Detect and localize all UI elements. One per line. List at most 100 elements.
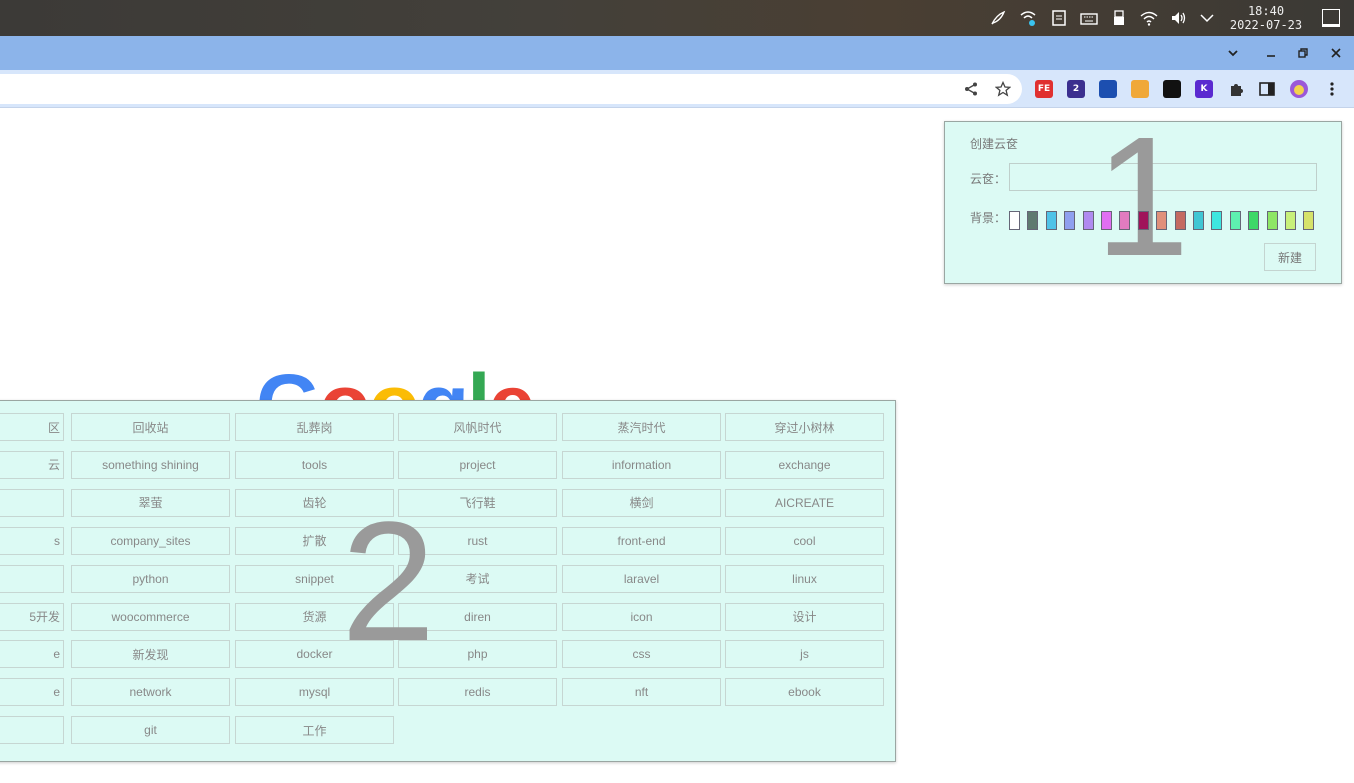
k-extension-label: K (1200, 84, 1208, 94)
network-share-icon[interactable] (1018, 8, 1038, 28)
collection-item[interactable] (0, 564, 64, 593)
collection-item[interactable]: e (0, 640, 64, 669)
collection-item[interactable]: 区 (0, 413, 64, 441)
collection-item[interactable]: 设计 (725, 602, 884, 631)
profile-avatar[interactable] (1290, 80, 1308, 98)
collection-item[interactable]: docker (235, 640, 394, 669)
collection-item[interactable]: 回收站 (71, 413, 230, 441)
collection-item[interactable]: information (562, 450, 721, 479)
collection-item[interactable]: 横剑 (562, 488, 721, 517)
side-panel-icon[interactable] (1258, 80, 1276, 98)
chevron-down-icon[interactable] (1197, 8, 1217, 28)
collection-item[interactable]: rust (398, 526, 557, 555)
background-swatch[interactable] (1119, 211, 1131, 230)
minimize-icon[interactable] (1262, 44, 1280, 62)
k-extension-icon[interactable]: K (1195, 80, 1213, 98)
background-swatch[interactable] (1174, 211, 1186, 230)
collection-item[interactable]: mysql (235, 678, 394, 707)
collection-item[interactable]: company_sites (71, 526, 230, 555)
collection-item[interactable]: project (398, 450, 557, 479)
background-swatch[interactable] (1193, 211, 1204, 230)
collection-item[interactable]: 乱葬岗 (235, 413, 394, 441)
collection-item[interactable]: 风帆时代 (398, 413, 557, 441)
background-swatch[interactable] (1045, 211, 1057, 230)
show-desktop-icon[interactable] (1322, 9, 1340, 27)
collection-item[interactable]: 翠萤 (71, 488, 230, 517)
collection-item[interactable]: tools (235, 450, 394, 479)
share-icon[interactable] (963, 81, 979, 97)
background-swatch[interactable] (1229, 211, 1241, 230)
collection-item[interactable]: 穿过小树林 (725, 413, 884, 441)
collection-item[interactable]: e (0, 678, 64, 707)
more-menu-icon[interactable] (1323, 80, 1341, 98)
background-swatch[interactable] (1101, 211, 1112, 230)
collection-item[interactable]: git (71, 716, 230, 745)
background-swatch[interactable] (1156, 211, 1168, 230)
system-clock[interactable]: 18:40 2022-07-23 (1224, 4, 1308, 32)
background-swatch[interactable] (1303, 211, 1315, 230)
fe-extension-icon[interactable]: FE (1035, 80, 1053, 98)
usb-drive-icon[interactable] (1109, 8, 1129, 28)
background-swatch[interactable] (1248, 211, 1260, 230)
collection-item[interactable]: js (725, 640, 884, 669)
collection-item[interactable]: 5开发 (0, 602, 64, 631)
collection-item[interactable]: 考试 (398, 564, 557, 593)
collection-item[interactable]: 飞行鞋 (398, 488, 557, 517)
collection-item[interactable]: nft (562, 678, 721, 707)
collection-item[interactable]: front-end (562, 526, 721, 555)
collection-item[interactable]: php (398, 640, 557, 669)
background-swatch[interactable] (1211, 211, 1223, 230)
collection-item[interactable]: network (71, 678, 230, 707)
background-swatch[interactable] (1266, 211, 1278, 230)
collection-item[interactable]: ebook (725, 678, 884, 707)
collection-item[interactable]: 货源 (235, 602, 394, 631)
collection-item[interactable]: 齿轮 (235, 488, 394, 517)
address-bar[interactable] (0, 74, 1022, 104)
mask-extension-icon[interactable] (1163, 80, 1181, 98)
collection-item[interactable]: diren (398, 602, 557, 631)
collection-item[interactable]: python (71, 564, 230, 593)
background-swatch[interactable] (1082, 211, 1094, 230)
collection-item[interactable]: woocommerce (71, 602, 230, 631)
collection-item[interactable]: 扩散 (235, 526, 394, 555)
background-swatch[interactable] (1027, 211, 1039, 230)
tab-search-chevron-icon[interactable] (1224, 44, 1242, 62)
collection-item[interactable]: redis (398, 678, 557, 707)
name-input[interactable] (1009, 163, 1317, 191)
clipboard-icon[interactable] (1049, 8, 1069, 28)
collection-item[interactable]: 蒸汽时代 (562, 413, 721, 441)
background-swatch[interactable] (1285, 211, 1296, 230)
collection-item[interactable]: linux (725, 564, 884, 593)
keyboard-icon[interactable] (1079, 8, 1099, 28)
background-swatch[interactable] (1009, 211, 1020, 230)
background-swatch[interactable] (1064, 211, 1076, 230)
collection-item[interactable]: exchange (725, 450, 884, 479)
collection-item[interactable]: 新发现 (71, 640, 230, 669)
volume-icon[interactable] (1169, 8, 1189, 28)
collection-item[interactable]: something shining (71, 450, 230, 479)
background-swatch[interactable] (1137, 211, 1149, 230)
collection-item[interactable] (0, 716, 64, 745)
collection-item[interactable]: cool (725, 526, 884, 555)
globe-extension-icon[interactable] (1131, 80, 1149, 98)
new-button[interactable]: 新建 (1264, 243, 1316, 271)
create-panel: 创建云奁 云奁： 背景： 新建 1 (944, 112, 1342, 284)
collection-item[interactable]: css (562, 640, 721, 669)
browser-toolbar: FE 2 K (0, 70, 1354, 108)
close-icon[interactable] (1327, 44, 1345, 62)
collection-item[interactable]: AICREATE (725, 488, 884, 517)
restore-icon[interactable] (1294, 44, 1312, 62)
collection-item[interactable]: laravel (562, 564, 721, 593)
collection-item[interactable]: 工作 (235, 716, 394, 745)
collection-item[interactable]: icon (562, 602, 721, 631)
wifi-icon[interactable] (1139, 8, 1159, 28)
feather-icon[interactable] (988, 8, 1008, 28)
collection-item[interactable]: snippet (235, 564, 394, 593)
bookmark-star-icon[interactable] (994, 80, 1012, 97)
puzzle-extensions-icon[interactable] (1227, 80, 1245, 98)
collection-item[interactable] (0, 488, 64, 517)
collection-item[interactable]: 云 (0, 450, 64, 479)
security-extension-icon[interactable] (1099, 80, 1117, 98)
collection-item[interactable]: s (0, 526, 64, 555)
graduation-extension-icon[interactable]: 2 (1067, 80, 1085, 98)
